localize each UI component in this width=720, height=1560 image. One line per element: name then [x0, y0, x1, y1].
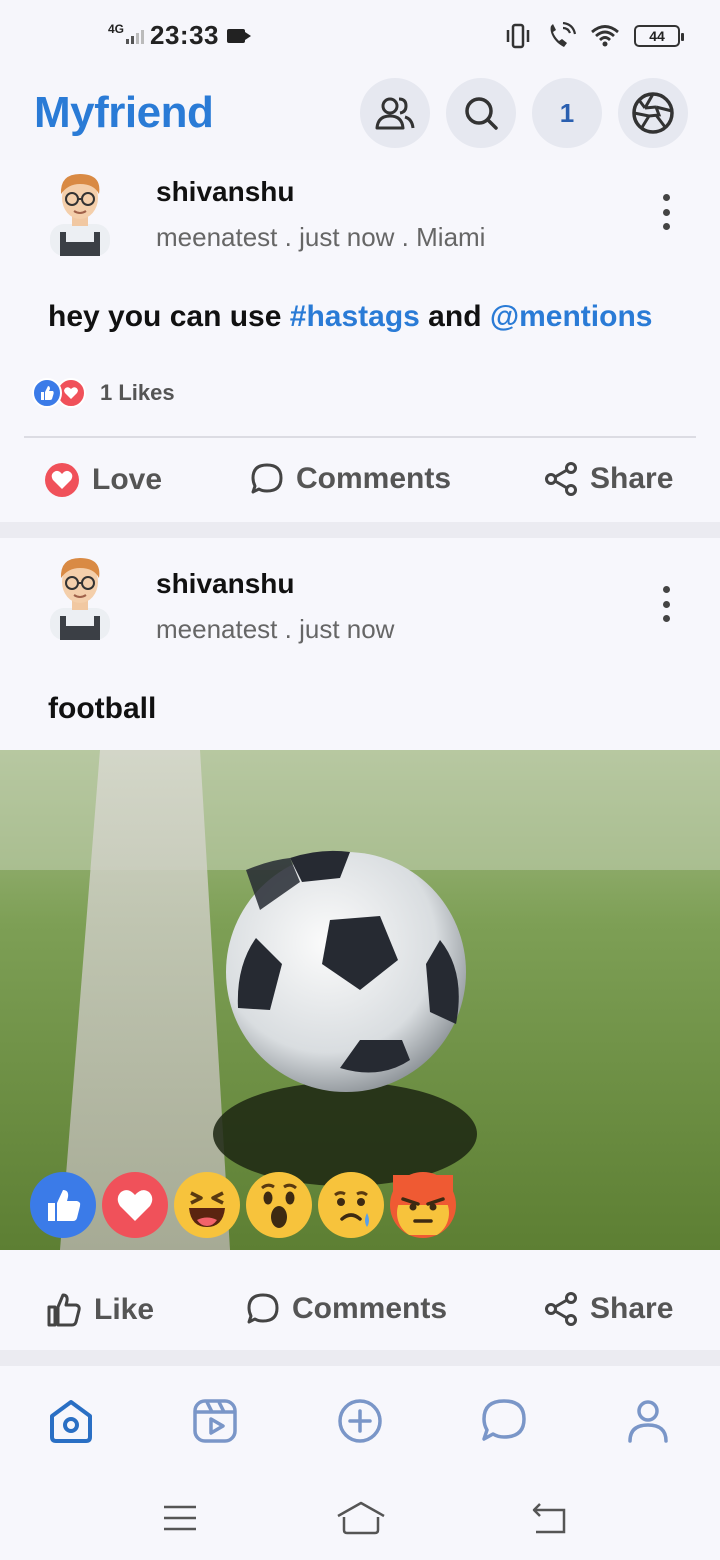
app-logo[interactable]: Myfriend — [34, 88, 214, 138]
add-icon — [338, 1399, 382, 1443]
friends-button[interactable] — [360, 78, 430, 148]
post-meta: meenatest . just now — [156, 614, 394, 645]
like-reaction-button[interactable] — [30, 1172, 96, 1238]
share-button[interactable]: Share — [544, 462, 673, 496]
friends-icon — [375, 97, 415, 130]
comments-button[interactable]: Comments — [246, 1292, 447, 1326]
bottom-nav — [0, 1366, 720, 1476]
chat-icon — [482, 1399, 526, 1441]
search-button[interactable] — [446, 78, 516, 148]
nav-home[interactable] — [46, 1396, 96, 1446]
comments-label: Comments — [296, 462, 452, 495]
post-username[interactable]: meenatest — [156, 614, 277, 644]
home-icon — [50, 1400, 92, 1443]
post-username[interactable]: meenatest — [156, 222, 277, 252]
nav-create[interactable] — [335, 1396, 385, 1446]
post-text: hey you can use #hastags and @mentions — [48, 300, 652, 334]
angry-reaction-button[interactable] — [390, 1172, 456, 1238]
share-icon — [545, 462, 577, 496]
hashtag-link[interactable]: #hastags — [290, 300, 420, 333]
more-options-icon[interactable] — [660, 194, 672, 230]
notifications-button[interactable]: 1 — [532, 78, 602, 148]
post-time-location: just now . Miami — [299, 222, 486, 252]
more-options-icon[interactable] — [660, 586, 672, 622]
vibrate-icon — [506, 23, 530, 49]
haha-reaction-button[interactable] — [174, 1172, 240, 1238]
battery-level: 44 — [649, 28, 665, 44]
reels-icon — [193, 1399, 237, 1443]
post-card: shivanshu meenatest . just now . Miami h… — [0, 160, 720, 522]
profile-icon — [628, 1400, 668, 1443]
network-type: 4G — [108, 21, 125, 36]
camera-shutter-icon — [632, 92, 674, 134]
like-button[interactable]: Like — [46, 1292, 154, 1328]
sad-emoji-icon — [334, 1191, 369, 1227]
post-separator — [0, 522, 720, 538]
likes-summary[interactable]: 1 Likes — [32, 378, 175, 408]
likes-count: 1 Likes — [100, 380, 175, 405]
post-author[interactable]: shivanshu — [156, 176, 294, 208]
comments-button[interactable]: Comments — [250, 462, 451, 496]
nav-reels[interactable] — [190, 1396, 240, 1446]
meta-separator: . — [277, 614, 300, 644]
love-label: Love — [92, 463, 163, 496]
camera-button[interactable] — [618, 78, 688, 148]
thumbs-up-icon — [48, 1190, 81, 1221]
nav-profile[interactable] — [623, 1396, 673, 1446]
avatar[interactable] — [44, 550, 116, 640]
app-header: Myfriend 1 — [0, 70, 720, 160]
wow-reaction-button[interactable] — [246, 1172, 312, 1238]
battery-indicator: 44 — [634, 25, 684, 47]
signal-icon — [126, 28, 145, 44]
video-camera-icon — [227, 28, 252, 43]
menu-icon — [164, 1505, 196, 1531]
system-back-button[interactable] — [530, 1500, 570, 1536]
home-outline-icon — [337, 1501, 385, 1535]
share-button[interactable]: Share — [544, 1292, 673, 1326]
notification-count: 1 — [559, 97, 575, 128]
system-nav-bar — [0, 1476, 720, 1560]
nav-chat[interactable] — [479, 1396, 529, 1446]
like-reaction-icon — [32, 378, 62, 408]
system-home-button[interactable] — [336, 1500, 386, 1536]
search-icon — [465, 97, 498, 130]
post-meta: meenatest . just now . Miami — [156, 222, 485, 253]
like-label: Like — [94, 1293, 155, 1326]
post-time: just now — [299, 614, 395, 644]
wifi-icon — [591, 25, 619, 47]
nav-separator — [0, 1350, 720, 1366]
laughing-emoji-icon — [189, 1191, 225, 1227]
wifi-call-icon — [550, 22, 576, 47]
avatar[interactable] — [44, 166, 116, 256]
divider — [24, 436, 696, 438]
angry-emoji-icon — [393, 1175, 453, 1235]
meta-separator: . — [277, 222, 300, 252]
post-text-part: hey you can use — [48, 300, 290, 333]
love-icon — [45, 463, 79, 497]
system-menu-button[interactable] — [162, 1500, 202, 1536]
status-left: 4G 23:33 — [108, 20, 252, 51]
post-text-part: and — [419, 300, 490, 333]
sad-reaction-button[interactable] — [318, 1172, 384, 1238]
love-button[interactable]: Love — [44, 462, 162, 498]
clock: 23:33 — [150, 20, 220, 50]
post-text: football — [48, 692, 157, 725]
post-author[interactable]: shivanshu — [156, 568, 294, 600]
mention-link[interactable]: @mentions — [490, 300, 653, 333]
status-right: 44 — [504, 22, 684, 50]
comment-icon — [247, 1293, 279, 1324]
share-label: Share — [590, 462, 674, 495]
comments-label: Comments — [292, 1292, 448, 1325]
comment-icon — [251, 463, 283, 494]
status-bar: 4G 23:33 44 — [0, 0, 720, 70]
share-label: Share — [590, 1292, 674, 1325]
network-indicator: 4G — [108, 22, 145, 44]
love-reaction-button[interactable] — [102, 1172, 168, 1238]
like-icon — [47, 1293, 81, 1327]
heart-icon — [117, 1190, 153, 1221]
surprised-emoji-icon — [261, 1183, 297, 1228]
back-icon — [532, 1503, 566, 1534]
share-icon — [545, 1292, 577, 1326]
reaction-picker — [30, 1172, 456, 1238]
